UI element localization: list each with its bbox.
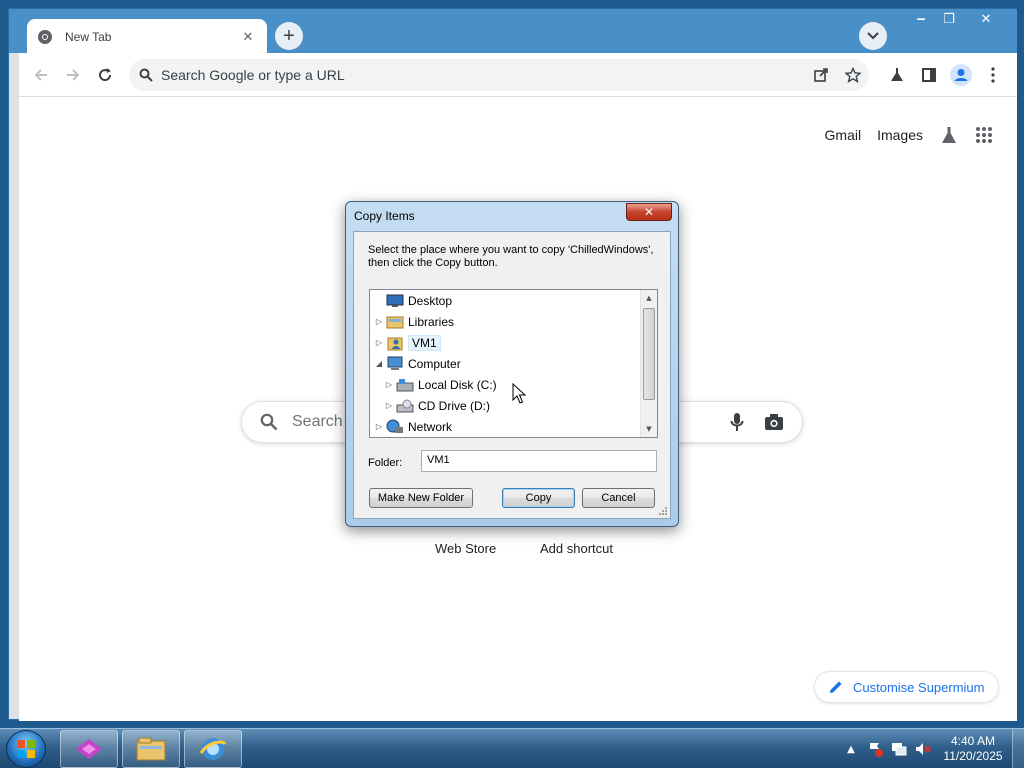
dialog-title: Copy Items <box>354 209 415 223</box>
images-link[interactable]: Images <box>877 127 923 143</box>
microphone-icon[interactable] <box>730 412 744 432</box>
tree-item-libraries[interactable]: ▷ Libraries <box>374 311 454 332</box>
computer-icon <box>386 356 404 372</box>
shortcut-web-store[interactable]: Web Store <box>435 541 496 556</box>
copy-items-dialog: Copy Items ✕ Select the place where you … <box>345 201 679 527</box>
hard-disk-icon <box>396 377 414 393</box>
mouse-cursor-icon <box>512 383 526 404</box>
customise-label: Customise Supermium <box>853 679 985 695</box>
camera-lens-icon[interactable] <box>764 413 784 431</box>
dialog-message: Select the place where you want to copy … <box>368 244 654 269</box>
back-button[interactable] <box>29 63 53 87</box>
cd-drive-icon <box>396 398 414 414</box>
chrome-icon <box>37 29 53 45</box>
tree-item-desktop[interactable]: Desktop <box>374 290 452 311</box>
folder-tree[interactable]: Desktop ▷ Libraries ▷ VM1 ◢ Computer ▷ L… <box>369 289 658 438</box>
window-controls: ‒ ❐ ✕ <box>907 9 1009 31</box>
start-button[interactable] <box>6 730 46 768</box>
scroll-up-arrow-icon[interactable]: ▲ <box>641 290 657 306</box>
tab-new-tab[interactable]: New Tab ✕ <box>27 19 267 55</box>
labs-icon[interactable] <box>939 125 959 145</box>
profile-button[interactable] <box>949 63 973 87</box>
user-folder-icon <box>386 335 404 351</box>
forward-arrow-icon <box>67 69 80 81</box>
menu-button[interactable] <box>981 63 1005 87</box>
clock-date: 11/20/2025 <box>943 749 1003 763</box>
browser-toolbar: Search Google or type a URL <box>19 53 1017 97</box>
tree-item-computer[interactable]: ◢ Computer <box>374 353 461 374</box>
folder-field[interactable]: VM1 <box>421 450 657 472</box>
pencil-icon <box>830 681 842 693</box>
dialog-close-button[interactable]: ✕ <box>626 203 672 221</box>
tab-title: New Tab <box>65 30 112 44</box>
show-desktop-button[interactable] <box>1012 729 1024 768</box>
network-tray-icon[interactable] <box>891 741 907 757</box>
google-apps-icon[interactable] <box>975 126 993 144</box>
internet-explorer-icon[interactable] <box>184 730 242 768</box>
forward-button[interactable] <box>61 63 85 87</box>
ntp-header-links: Gmail Images <box>825 125 993 145</box>
side-panel-button[interactable] <box>917 63 941 87</box>
omnibox[interactable]: Search Google or type a URL <box>129 59 869 91</box>
libraries-icon <box>386 314 404 330</box>
omnibox-placeholder: Search Google or type a URL <box>161 67 345 83</box>
tree-expander[interactable]: ▷ <box>374 317 384 326</box>
tree-item-network[interactable]: ▷ Network <box>374 416 452 437</box>
resize-grip-icon[interactable] <box>658 506 668 516</box>
scroll-thumb[interactable] <box>643 308 655 400</box>
cancel-button[interactable]: Cancel <box>582 488 655 508</box>
search-icon <box>260 413 278 431</box>
action-center-icon[interactable] <box>867 741 883 757</box>
maximize-button[interactable]: ❐ <box>935 9 963 29</box>
tab-strip: New Tab ✕ + ‒ ❐ ✕ <box>9 9 1017 55</box>
folder-label: Folder: <box>368 457 403 469</box>
gmail-link[interactable]: Gmail <box>825 127 862 143</box>
chevron-down-icon <box>867 32 879 40</box>
new-tab-button[interactable]: + <box>275 22 303 50</box>
scroll-down-arrow-icon[interactable]: ▼ <box>641 421 657 437</box>
make-new-folder-button[interactable]: Make New Folder <box>369 488 473 508</box>
system-tray: ▲ <box>843 729 931 768</box>
copy-button[interactable]: Copy <box>502 488 575 508</box>
windows-logo-icon <box>17 740 35 758</box>
tree-expander[interactable]: ▷ <box>374 422 384 431</box>
network-icon <box>386 419 404 435</box>
taskbar: ▲ 4:40 AM 11/20/2025 <box>0 728 1024 768</box>
reload-icon <box>99 68 112 82</box>
kebab-menu-icon <box>991 67 995 83</box>
reload-button[interactable] <box>93 63 117 87</box>
flask-icon <box>891 68 903 81</box>
tree-item-vm1[interactable]: ▷ VM1 <box>374 332 441 353</box>
desktop-icon <box>386 293 404 309</box>
search-icon <box>139 68 153 82</box>
file-explorer-icon[interactable] <box>122 730 180 768</box>
tab-close-icon[interactable]: ✕ <box>239 30 257 45</box>
clock-time: 4:40 AM <box>950 734 996 748</box>
back-arrow-icon <box>34 69 47 81</box>
side-panel-icon <box>922 68 936 82</box>
tree-item-cd-drive[interactable]: ▷ CD Drive (D:) <box>384 395 490 416</box>
customise-button[interactable]: Customise Supermium <box>814 671 999 703</box>
volume-muted-icon[interactable] <box>915 741 931 757</box>
close-button[interactable]: ✕ <box>963 9 1009 29</box>
dialog-client-area: Select the place where you want to copy … <box>353 231 671 519</box>
tree-expander[interactable]: ▷ <box>384 380 394 389</box>
bookmark-star-icon[interactable] <box>841 63 865 87</box>
tab-search-button[interactable] <box>859 22 887 50</box>
tree-expander[interactable]: ◢ <box>374 359 384 368</box>
share-icon[interactable] <box>809 63 833 87</box>
tree-scrollbar[interactable]: ▲ ▼ <box>640 290 657 437</box>
tray-chevron-icon[interactable]: ▲ <box>843 741 859 757</box>
shortcut-add[interactable]: Add shortcut <box>540 541 613 556</box>
taskbar-clock[interactable]: 4:40 AM 11/20/2025 <box>938 734 1008 764</box>
profile-avatar-icon <box>950 64 972 86</box>
supermium-app-icon[interactable] <box>60 730 118 768</box>
minimize-button[interactable]: ‒ <box>907 9 935 29</box>
tree-expander[interactable]: ▷ <box>384 401 394 410</box>
labs-button[interactable] <box>885 63 909 87</box>
tree-item-local-disk[interactable]: ▷ Local Disk (C:) <box>384 374 497 395</box>
tree-expander[interactable]: ▷ <box>374 338 384 347</box>
